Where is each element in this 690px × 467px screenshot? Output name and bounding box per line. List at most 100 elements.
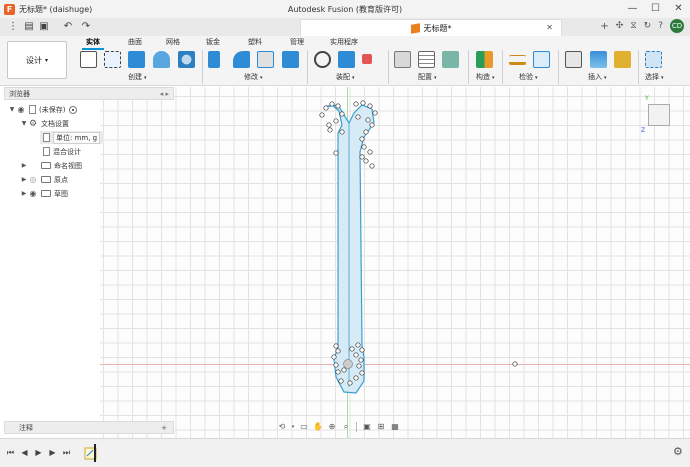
- measure-icon[interactable]: [509, 55, 526, 65]
- fit-icon[interactable]: ⌕: [340, 421, 352, 433]
- add-note-button[interactable]: +: [161, 424, 167, 432]
- eye-icon[interactable]: ◉: [16, 105, 26, 114]
- viewcube-face[interactable]: [648, 104, 670, 126]
- tab-surface[interactable]: 曲面: [128, 37, 142, 47]
- create-group-label[interactable]: 创建 ▾: [128, 72, 147, 82]
- press-pull-icon[interactable]: [208, 51, 220, 68]
- chevron-down-icon[interactable]: ▾: [492, 75, 495, 81]
- insert-group-label[interactable]: 插入 ▾: [588, 72, 607, 82]
- activate-radio[interactable]: [69, 105, 78, 114]
- assemble-group-label[interactable]: 装配 ▾: [336, 72, 355, 82]
- viewports-icon[interactable]: ▦: [389, 421, 401, 433]
- close-button[interactable]: ✕: [667, 0, 690, 18]
- chevron-down-icon[interactable]: ▾: [535, 75, 538, 81]
- maximize-button[interactable]: ☐: [644, 0, 667, 18]
- jobs-icon[interactable]: ↻: [644, 21, 652, 31]
- tree-item-origin[interactable]: ▶ ◎ 原点: [20, 173, 68, 186]
- undo-icon[interactable]: ↶: [62, 21, 74, 33]
- browser-header[interactable]: 浏览器 ◂ ▸: [4, 87, 174, 100]
- chevron-down-icon[interactable]: ▾: [260, 75, 263, 81]
- display-settings-icon[interactable]: ▣: [361, 421, 373, 433]
- motion-link-icon[interactable]: [362, 54, 372, 64]
- joint-icon[interactable]: [314, 51, 331, 68]
- combine-icon[interactable]: [282, 51, 299, 68]
- inspect-group-label[interactable]: 检验 ▾: [519, 72, 538, 82]
- go-to-end-icon[interactable]: ⏭: [62, 448, 71, 458]
- collapse-icon[interactable]: ◂ ▸: [160, 90, 169, 98]
- construct-group-label[interactable]: 构造 ▾: [476, 72, 495, 82]
- select-icon[interactable]: [645, 51, 662, 68]
- new-tab-icon[interactable]: +: [600, 21, 608, 32]
- extrude-icon[interactable]: [128, 51, 145, 68]
- tab-mesh[interactable]: 网格: [166, 37, 180, 47]
- chevron-down-icon[interactable]: ▾: [661, 75, 664, 81]
- shell-icon[interactable]: [257, 51, 274, 68]
- tab-solid[interactable]: 实体: [82, 37, 104, 50]
- chevron-down-icon[interactable]: ▾: [144, 75, 147, 81]
- grid-icon[interactable]: ⊞: [375, 421, 387, 433]
- tree-item-units[interactable]: 单位: mm, g: [40, 131, 104, 144]
- parameters-icon[interactable]: [442, 51, 459, 68]
- offset-plane-icon[interactable]: [476, 51, 493, 68]
- workspace-switcher[interactable]: 设计 ▾: [7, 41, 67, 79]
- interference-icon[interactable]: [533, 51, 550, 68]
- select-group-label[interactable]: 选择 ▾: [645, 72, 664, 82]
- redo-icon[interactable]: ↷: [80, 21, 92, 33]
- minimize-button[interactable]: —: [621, 0, 644, 18]
- table-icon[interactable]: [418, 51, 435, 68]
- settings-gear-icon[interactable]: ⚙: [673, 446, 685, 458]
- go-to-start-icon[interactable]: ⏮: [6, 448, 15, 458]
- modify-group-label[interactable]: 修改 ▾: [244, 72, 263, 82]
- chevron-down-icon[interactable]: ▾: [290, 421, 296, 433]
- notes-panel-header[interactable]: 注释 +: [4, 421, 174, 434]
- configure-icon[interactable]: [394, 51, 411, 68]
- chevron-right-icon[interactable]: ▶: [20, 162, 28, 169]
- play-icon[interactable]: ▶: [34, 448, 43, 458]
- chevron-right-icon[interactable]: ▶: [20, 190, 28, 197]
- document-tab[interactable]: 无标题* ✕: [300, 19, 562, 36]
- view-cube[interactable]: Y Z: [640, 95, 678, 139]
- user-avatar[interactable]: CD: [670, 19, 684, 33]
- chevron-down-icon[interactable]: ▾: [604, 75, 607, 81]
- origin-point-icon[interactable]: [343, 359, 353, 369]
- save-icon[interactable]: ▣: [38, 21, 50, 33]
- tree-root[interactable]: ▼ ◉ (未保存): [8, 103, 78, 116]
- chevron-right-icon[interactable]: ▶: [20, 176, 28, 183]
- insert-derive-icon[interactable]: [565, 51, 582, 68]
- create-sketch-icon[interactable]: [104, 51, 121, 68]
- eye-hidden-icon[interactable]: ◎: [28, 175, 38, 184]
- chevron-down-icon[interactable]: ▾: [352, 75, 355, 81]
- look-at-icon[interactable]: ▭: [298, 421, 310, 433]
- eye-icon[interactable]: ◉: [28, 189, 38, 198]
- orbit-icon[interactable]: ⟲: [276, 421, 288, 433]
- tab-sheet-metal[interactable]: 钣金: [206, 37, 220, 47]
- step-back-icon[interactable]: ◀: [20, 448, 29, 458]
- network-icon[interactable]: ✣: [616, 21, 624, 31]
- insert-mcmaster-icon[interactable]: [614, 51, 631, 68]
- tab-manage[interactable]: 管理: [290, 37, 304, 47]
- revolve-icon[interactable]: [153, 51, 170, 68]
- tab-utilities[interactable]: 实用程序: [330, 37, 358, 47]
- document-tab-close-icon[interactable]: ✕: [546, 23, 553, 32]
- configure-group-label[interactable]: 配置 ▾: [418, 72, 437, 82]
- tree-item-sketches[interactable]: ▶ ◉ 草图: [20, 187, 68, 200]
- tree-item-hybrid-design[interactable]: 混合设计: [40, 145, 81, 158]
- tab-plastic[interactable]: 塑料: [248, 37, 262, 47]
- new-component-assemble-icon[interactable]: [338, 51, 355, 68]
- notifications-icon[interactable]: ⧖: [630, 21, 636, 31]
- insert-canvas-icon[interactable]: [590, 51, 607, 68]
- chevron-down-icon[interactable]: ▼: [8, 106, 16, 113]
- chevron-down-icon[interactable]: ▾: [434, 75, 437, 81]
- pan-icon[interactable]: ✋: [312, 421, 324, 433]
- tree-item-document-settings[interactable]: ▼ ⚙ 文档设置: [20, 117, 69, 130]
- tree-item-named-views[interactable]: ▶ ◉ 命名视图: [20, 159, 82, 172]
- chevron-down-icon[interactable]: ▼: [20, 120, 28, 127]
- file-icon[interactable]: ▤: [23, 21, 35, 33]
- hole-icon[interactable]: [178, 51, 195, 68]
- sketch-layer[interactable]: [100, 87, 690, 438]
- design-canvas[interactable]: [100, 87, 690, 438]
- new-component-icon[interactable]: [80, 51, 97, 68]
- step-forward-icon[interactable]: ▶: [48, 448, 57, 458]
- grid-apps-icon[interactable]: ⋮: [7, 21, 19, 33]
- zoom-icon[interactable]: ⊕: [326, 421, 338, 433]
